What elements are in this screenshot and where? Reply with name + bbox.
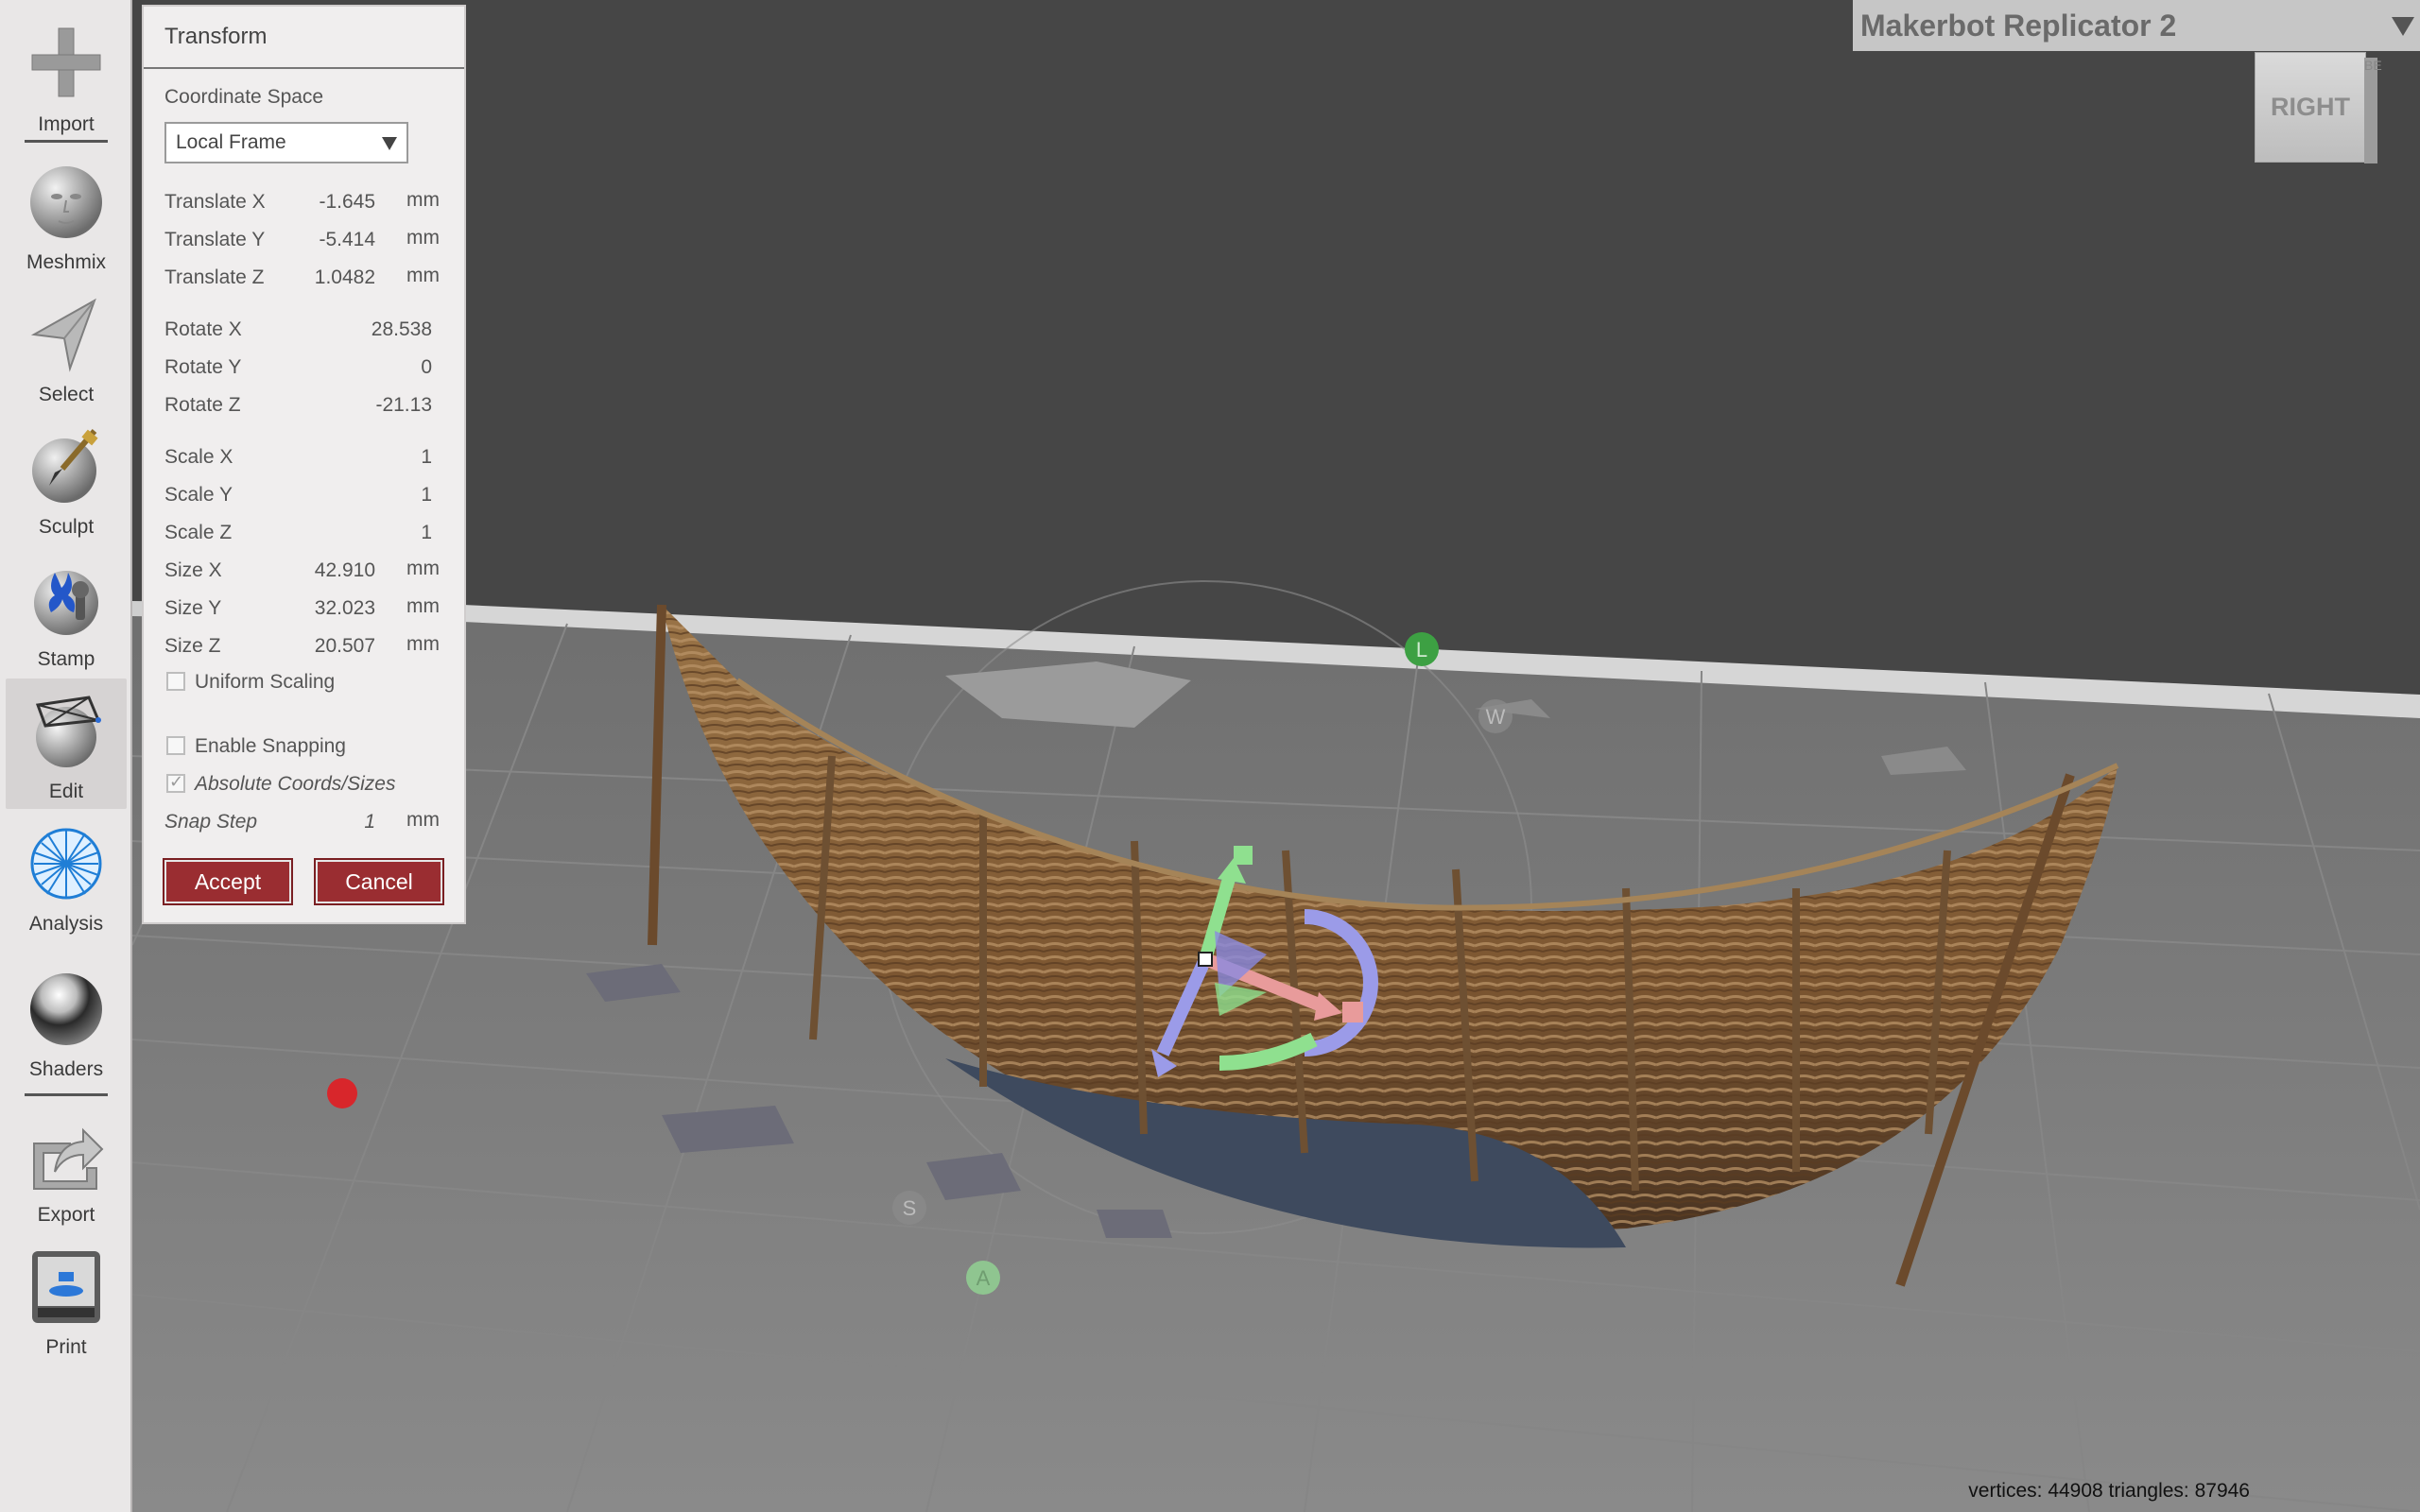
title-divider [144,67,464,69]
print-label: Print [45,1336,87,1358]
sculpt-label: Sculpt [38,516,95,538]
gizmo-marker-w-text: W [1486,705,1506,729]
shaders-button[interactable]: Shaders [6,956,127,1087]
sculpt-button[interactable]: Sculpt [6,414,127,544]
cancel-button[interactable]: Cancel [314,858,444,905]
scale-y-field[interactable]: 1 [328,484,432,507]
3d-viewport[interactable]: L W S A [132,0,2420,1512]
snap-step-unit: mm [406,809,440,831]
view-cube-face[interactable]: RIGHT [2255,52,2366,163]
tool-sidebar: Import Meshmix Select Sculpt Stamp Edit … [0,0,132,1512]
rotate-y-label: Rotate Y [164,356,242,378]
stamp-icon [34,571,98,635]
select-label: Select [38,384,95,405]
printer-icon [32,1251,100,1323]
select-button[interactable]: Select [6,282,127,412]
translate-z-unit: mm [406,265,440,286]
cursor-arrow-icon [30,298,96,372]
edit-label: Edit [48,781,84,802]
export-button[interactable]: Export [6,1102,127,1232]
export-label: Export [37,1204,95,1226]
translate-y-field[interactable]: -5.414 [271,229,375,251]
rotate-y-field[interactable]: 0 [328,356,432,379]
dropdown-arrow-icon [382,137,397,150]
pivot-point-red[interactable] [327,1078,357,1108]
rotate-x-label: Rotate X [164,318,242,340]
print-button[interactable]: Print [6,1234,127,1365]
size-x-label: Size X [164,559,222,581]
analysis-mesh-icon [30,828,102,900]
gizmo-marker-a-text: A [977,1266,991,1290]
stamp-button[interactable]: Stamp [6,546,127,677]
snap-step-label: Snap Step [164,811,258,833]
export-icon [33,1127,104,1190]
stamp-label: Stamp [37,648,95,670]
uniform-scaling-checkbox[interactable] [166,672,185,691]
face-sphere-icon [30,166,102,238]
meshmix-label: Meshmix [26,251,106,273]
brush-sphere-icon [32,429,98,503]
scale-z-label: Scale Z [164,522,233,543]
translate-x-unit: mm [406,189,440,211]
edit-button[interactable]: Edit [6,679,127,809]
size-x-field[interactable]: 42.910 [271,559,375,582]
accept-button[interactable]: Accept [163,858,293,905]
scale-x-label: Scale X [164,446,233,468]
printer-selector[interactable]: Makerbot Replicator 2 [1853,0,2420,51]
size-z-unit: mm [406,633,440,655]
plus-icon [31,27,101,97]
uniform-scaling-label: Uniform Scaling [195,671,336,693]
enable-snapping-label: Enable Snapping [195,735,346,757]
snap-step-field[interactable]: 1 [271,811,375,833]
edit-sphere-icon [35,696,101,767]
coordinate-space-value: Local Frame [176,131,286,153]
gizmo-marker-s-text: S [903,1196,917,1220]
translate-y-label: Translate Y [164,229,266,250]
gizmo-marker-l-text: L [1416,638,1427,662]
toolbar-separator [25,140,108,143]
chrome-sphere-icon [30,973,102,1045]
coordinate-space-label: Coordinate Space [164,86,324,108]
meshmix-button[interactable]: Meshmix [6,149,127,280]
coordinate-space-select[interactable]: Local Frame [164,122,408,163]
size-z-label: Size Z [164,635,221,657]
analysis-label: Analysis [28,913,104,935]
absolute-coords-checkbox[interactable] [166,772,185,793]
panel-title: Transform [164,24,268,49]
rotate-x-field[interactable]: 28.538 [328,318,432,341]
size-y-unit: mm [406,595,440,617]
scale-z-field[interactable]: 1 [328,522,432,544]
rotate-z-label: Rotate Z [164,394,241,416]
translate-z-field[interactable]: 1.0482 [271,266,375,289]
mesh-stats: vertices: 44908 triangles: 87946 [1968,1480,2250,1502]
translate-y-unit: mm [406,227,440,249]
analysis-button[interactable]: Analysis [6,811,127,941]
import-label: Import [38,113,95,135]
printer-name: Makerbot Replicator 2 [1860,9,2177,43]
scene-canvas[interactable]: L W S A [132,0,2420,1512]
size-y-label: Size Y [164,597,222,619]
view-cube-side[interactable]: BE [2364,58,2382,163]
scale-y-label: Scale Y [164,484,233,506]
size-z-field[interactable]: 20.507 [271,635,375,658]
scale-x-field[interactable]: 1 [328,446,432,469]
dropdown-arrow-icon [2392,17,2414,36]
view-cube[interactable]: RIGHT BE [2255,52,2382,170]
translate-x-label: Translate X [164,191,266,213]
absolute-coords-label: Absolute Coords/Sizes [195,773,396,795]
import-button[interactable]: Import [6,9,127,140]
transform-panel: Transform Coordinate Space Local Frame T… [142,5,466,924]
shaders-label: Shaders [28,1058,104,1080]
translate-z-label: Translate Z [164,266,265,288]
rotate-z-field[interactable]: -21.13 [328,394,432,417]
size-x-unit: mm [406,558,440,579]
enable-snapping-checkbox[interactable] [166,736,185,755]
translate-x-field[interactable]: -1.645 [271,191,375,214]
size-y-field[interactable]: 32.023 [271,597,375,620]
toolbar-separator [25,1093,108,1096]
